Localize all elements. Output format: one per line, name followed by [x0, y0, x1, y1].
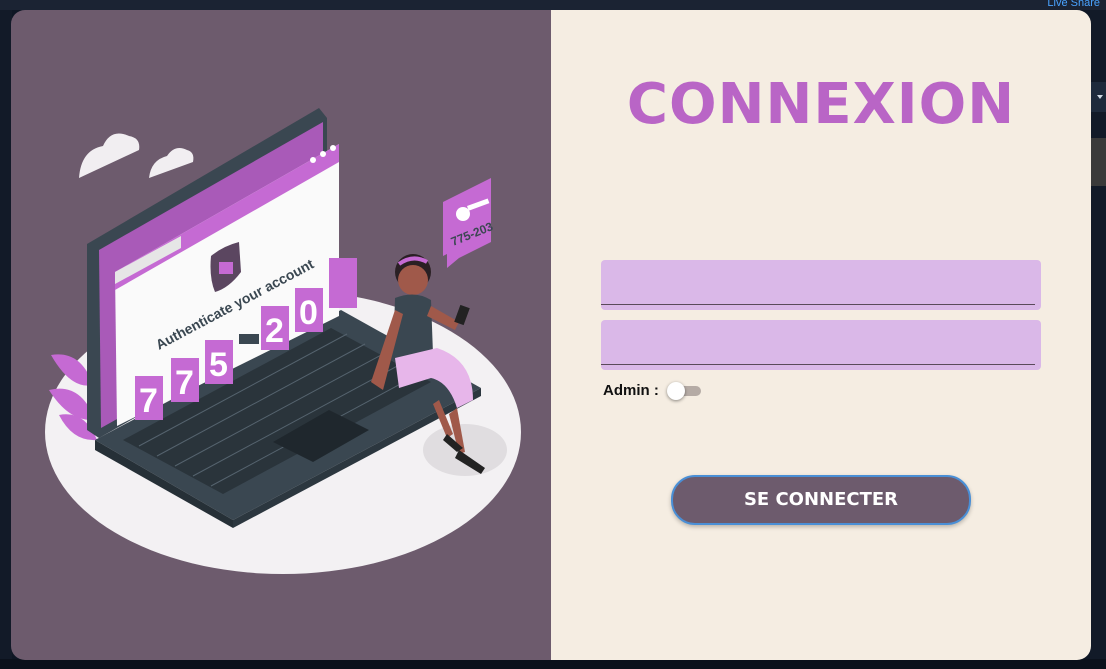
- admin-label: Admin :: [603, 382, 659, 399]
- code-digit: 5: [209, 346, 228, 384]
- code-digit: 2: [265, 312, 284, 350]
- ide-toolbar: Live Share: [0, 0, 1106, 10]
- code-digit: 0: [299, 294, 318, 332]
- login-button[interactable]: SE CONNECTER: [671, 475, 971, 525]
- login-modal: Authenticate your account 7 7 5 2 0 775-…: [11, 10, 1091, 660]
- key-bubble: 775-203: [443, 178, 495, 268]
- code-digit: 7: [139, 382, 158, 420]
- ide-right-panel: [1090, 10, 1106, 669]
- toggle-knob: [667, 382, 685, 400]
- username-field[interactable]: [601, 260, 1041, 310]
- field-underline: [601, 364, 1035, 365]
- page-title: CONNEXION: [626, 72, 1016, 137]
- chevron-down-icon: [1097, 95, 1103, 99]
- field-underline: [601, 304, 1035, 305]
- code-digit: 7: [175, 364, 194, 402]
- cloud-icon: [79, 133, 194, 178]
- password-field[interactable]: [601, 320, 1041, 370]
- admin-toggle[interactable]: [667, 382, 701, 400]
- ide-status-strip: [0, 659, 1106, 669]
- illustration-panel: Authenticate your account 7 7 5 2 0 775-…: [11, 10, 551, 660]
- authentication-illustration: Authenticate your account 7 7 5 2 0 775-…: [45, 108, 521, 574]
- live-share-link[interactable]: Live Share: [1047, 0, 1100, 9]
- login-panel: CONNEXION Admin : SE CONNECTER: [551, 10, 1091, 660]
- ide-scroll-thumb[interactable]: [1090, 138, 1106, 186]
- ide-dropdown[interactable]: [1090, 82, 1106, 112]
